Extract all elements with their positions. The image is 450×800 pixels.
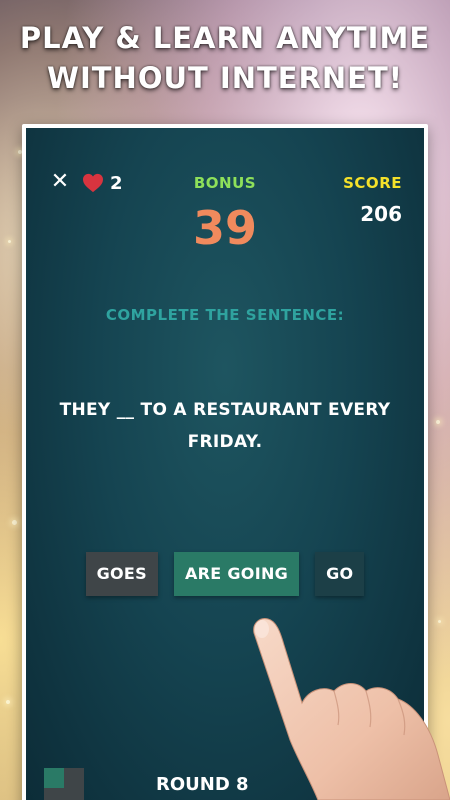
store-screenshot: PLAY & LEARN ANYTIME WITHOUT INTERNET! ✕… xyxy=(0,0,450,800)
progress-cell xyxy=(44,788,64,800)
sentence-blank: __ xyxy=(116,400,135,420)
sentence-before: THEY xyxy=(59,400,117,420)
sparkle xyxy=(12,520,17,525)
headline-line-2: WITHOUT INTERNET! xyxy=(47,61,403,95)
round-progress-grid xyxy=(44,768,84,800)
bonus-value: 39 xyxy=(192,201,257,255)
question-sentence: THEY __ TO A RESTAURANT EVERY FRIDAY. xyxy=(46,394,404,458)
answer-option-go[interactable]: GO xyxy=(315,552,365,596)
promo-headline: PLAY & LEARN ANYTIME WITHOUT INTERNET! xyxy=(0,18,450,98)
bonus-label: BONUS xyxy=(193,174,257,192)
sparkle xyxy=(436,420,440,424)
close-button[interactable]: ✕ xyxy=(50,169,70,194)
answer-option-goes[interactable]: GOES xyxy=(85,552,158,596)
sparkle xyxy=(8,240,11,243)
answer-option-are-going[interactable]: ARE GOING xyxy=(173,552,300,596)
progress-cell xyxy=(64,788,84,800)
score-label: SCORE xyxy=(343,174,402,192)
instruction-text: COMPLETE THE SENTENCE: xyxy=(105,306,345,324)
pointing-hand-image xyxy=(253,618,450,800)
score-value: 206 xyxy=(360,202,402,226)
lives-count: 2 xyxy=(110,172,123,194)
lives-indicator: 2 xyxy=(82,172,123,194)
sentence-after: TO A RESTAURANT EVERY FRIDAY. xyxy=(134,400,391,452)
progress-cell xyxy=(64,768,84,788)
answer-options: GOES ARE GOING GO xyxy=(26,552,424,596)
headline-line-1: PLAY & LEARN ANYTIME xyxy=(19,21,431,55)
close-icon: ✕ xyxy=(50,169,70,194)
heart-icon xyxy=(83,173,103,193)
progress-cell xyxy=(44,768,64,788)
sparkle xyxy=(6,700,10,704)
